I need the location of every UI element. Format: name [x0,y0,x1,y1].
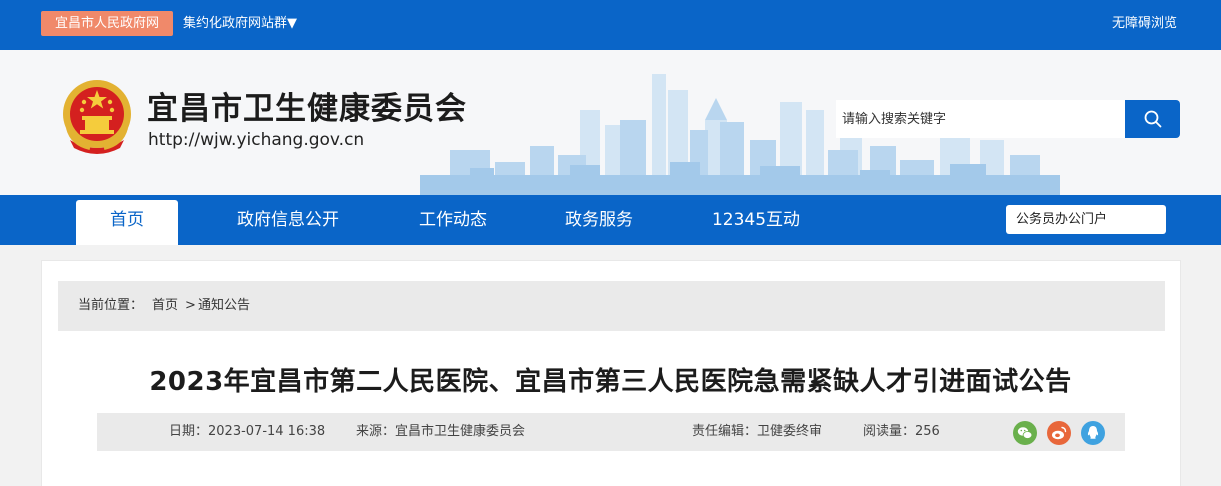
site-header: 宜昌市卫生健康委员会 http://wjw.yichang.gov.cn [0,50,1221,195]
breadcrumb-home[interactable]: 首页 [152,281,178,331]
article-source: 来源：宜昌市卫生健康委员会 [356,424,526,439]
site-title: 宜昌市卫生健康委员会 [147,91,467,127]
top-bar: 宜昌市人民政府网 集约化政府网站群▼ 无障碍浏览 [0,0,1221,50]
weibo-icon [1047,421,1071,445]
article-title: 2023年宜昌市第二人民医院、宜昌市第三人民医院急需紧缺人才引进面试公告 [149,367,1072,397]
main-nav: 首页 政府信息公开 工作动态 政务服务 12345互动 公务员办公门户 [0,195,1221,245]
accessibility-link[interactable]: 无障碍浏览 [1112,15,1177,33]
breadcrumb: 当前位置： 首页 > 通知公告 [58,281,1165,331]
nav-item-work-news[interactable]: 工作动态 [400,195,506,245]
civil-servant-portal-link[interactable]: 公务员办公门户 [1006,205,1166,234]
search-icon [1144,110,1162,128]
nav-item-12345[interactable]: 12345互动 [696,195,816,245]
nav-item-home[interactable]: 首页 [76,200,178,245]
article-views: 阅读量：256 [863,424,940,439]
wechat-icon [1013,421,1037,445]
share-wechat-button[interactable] [1013,421,1037,445]
site-group-dropdown[interactable]: 集约化政府网站群▼ [183,15,297,33]
breadcrumb-current[interactable]: 通知公告 [198,281,250,331]
share-qq-button[interactable] [1081,421,1105,445]
qq-icon [1081,421,1105,445]
breadcrumb-label: 当前位置： [78,298,144,313]
site-url: http://wjw.yichang.gov.cn [148,130,365,150]
national-emblem-icon [63,80,131,154]
breadcrumb-separator: > [185,298,196,313]
article-editor: 责任编辑：卫健委终审 [692,424,823,439]
search-input[interactable] [836,100,1126,138]
nav-item-gov-info[interactable]: 政府信息公开 [220,195,356,245]
share-weibo-button[interactable] [1047,421,1071,445]
article-meta: 日期：2023-07-14 16:38 来源：宜昌市卫生健康委员会 责任编辑：卫… [97,413,1125,451]
search-button[interactable] [1125,100,1180,138]
nav-item-gov-services[interactable]: 政务服务 [548,195,650,245]
article-date: 日期：2023-07-14 16:38 [169,424,326,439]
gov-portal-link[interactable]: 宜昌市人民政府网 [41,11,173,36]
